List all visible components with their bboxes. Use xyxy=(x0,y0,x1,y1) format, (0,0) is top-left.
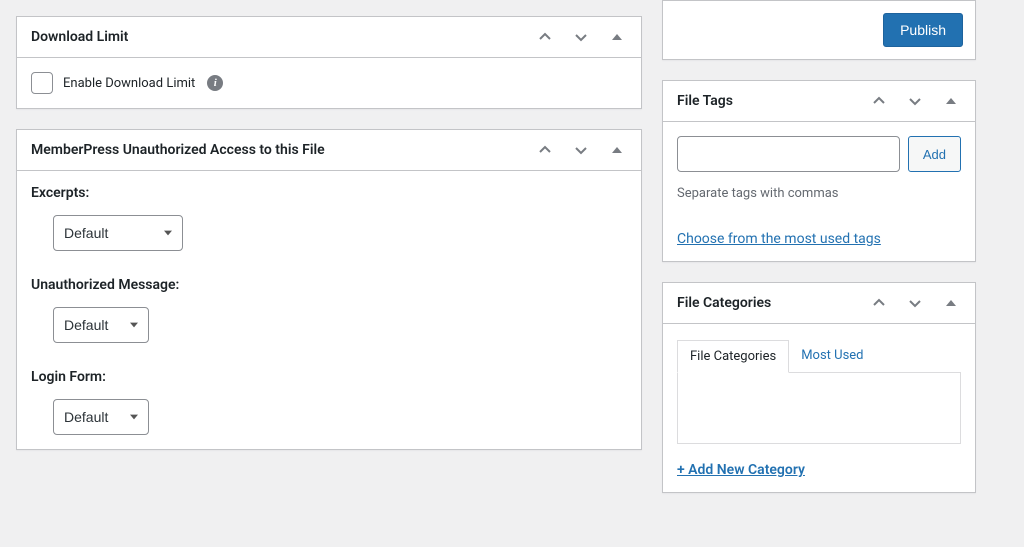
panel-header: File Tags xyxy=(663,81,975,122)
panel-title: MemberPress Unauthorized Access to this … xyxy=(17,130,339,170)
triangle-up-icon xyxy=(943,295,959,311)
move-up-button[interactable] xyxy=(533,25,557,49)
panel-handle-actions xyxy=(867,291,975,315)
file-categories-panel: File Categories File Categories Mo xyxy=(662,282,976,493)
toggle-panel-button[interactable] xyxy=(939,291,963,315)
chevron-up-icon xyxy=(871,93,887,109)
triangle-up-icon xyxy=(609,142,625,158)
panel-header: MemberPress Unauthorized Access to this … xyxy=(17,130,641,171)
chevron-down-icon xyxy=(907,295,923,311)
chevron-down-icon xyxy=(573,29,589,45)
toggle-panel-button[interactable] xyxy=(939,89,963,113)
choose-most-used-tags-link[interactable]: Choose from the most used tags xyxy=(677,231,881,247)
publish-panel: Publish xyxy=(662,0,976,60)
publish-button[interactable]: Publish xyxy=(883,13,963,47)
category-tabs: File Categories Most Used xyxy=(677,340,961,373)
excerpts-label: Excerpts: xyxy=(31,185,627,201)
panel-handle-actions xyxy=(533,138,641,162)
add-new-category-link[interactable]: + Add New Category xyxy=(677,462,805,478)
move-down-button[interactable] xyxy=(903,291,927,315)
enable-download-limit-checkbox[interactable] xyxy=(31,72,53,94)
enable-download-limit-label: Enable Download Limit xyxy=(63,76,195,91)
tags-howto: Separate tags with commas xyxy=(677,186,961,201)
category-checklist[interactable] xyxy=(677,372,961,444)
move-up-button[interactable] xyxy=(867,291,891,315)
chevron-up-icon xyxy=(537,142,553,158)
panel-handle-actions xyxy=(533,25,641,49)
memberpress-access-panel: MemberPress Unauthorized Access to this … xyxy=(16,129,642,450)
unauthorized-message-label: Unauthorized Message: xyxy=(31,277,627,293)
move-up-button[interactable] xyxy=(533,138,557,162)
tab-file-categories[interactable]: File Categories xyxy=(677,340,789,373)
chevron-up-icon xyxy=(871,295,887,311)
panel-header: Download Limit xyxy=(17,17,641,58)
file-tags-panel: File Tags Add Se xyxy=(662,80,976,262)
move-up-button[interactable] xyxy=(867,89,891,113)
toggle-panel-button[interactable] xyxy=(605,138,629,162)
toggle-panel-button[interactable] xyxy=(605,25,629,49)
panel-title: Download Limit xyxy=(17,17,142,57)
move-down-button[interactable] xyxy=(569,25,593,49)
excerpts-select[interactable]: Default xyxy=(53,215,183,251)
unauthorized-message-select[interactable]: Default xyxy=(53,307,149,343)
info-icon[interactable]: i xyxy=(207,75,223,91)
panel-title: File Tags xyxy=(663,81,747,121)
panel-handle-actions xyxy=(867,89,975,113)
add-tag-button[interactable]: Add xyxy=(908,136,961,172)
tab-most-used[interactable]: Most Used xyxy=(789,340,875,373)
move-down-button[interactable] xyxy=(903,89,927,113)
move-down-button[interactable] xyxy=(569,138,593,162)
login-form-select[interactable]: Default xyxy=(53,399,149,435)
triangle-up-icon xyxy=(609,29,625,45)
panel-header: File Categories xyxy=(663,283,975,324)
chevron-down-icon xyxy=(907,93,923,109)
login-form-label: Login Form: xyxy=(31,369,627,385)
triangle-up-icon xyxy=(943,93,959,109)
download-limit-panel: Download Limit Enable Download Li xyxy=(16,16,642,109)
tag-input[interactable] xyxy=(677,136,900,172)
chevron-up-icon xyxy=(537,29,553,45)
panel-title: File Categories xyxy=(663,283,785,323)
chevron-down-icon xyxy=(573,142,589,158)
